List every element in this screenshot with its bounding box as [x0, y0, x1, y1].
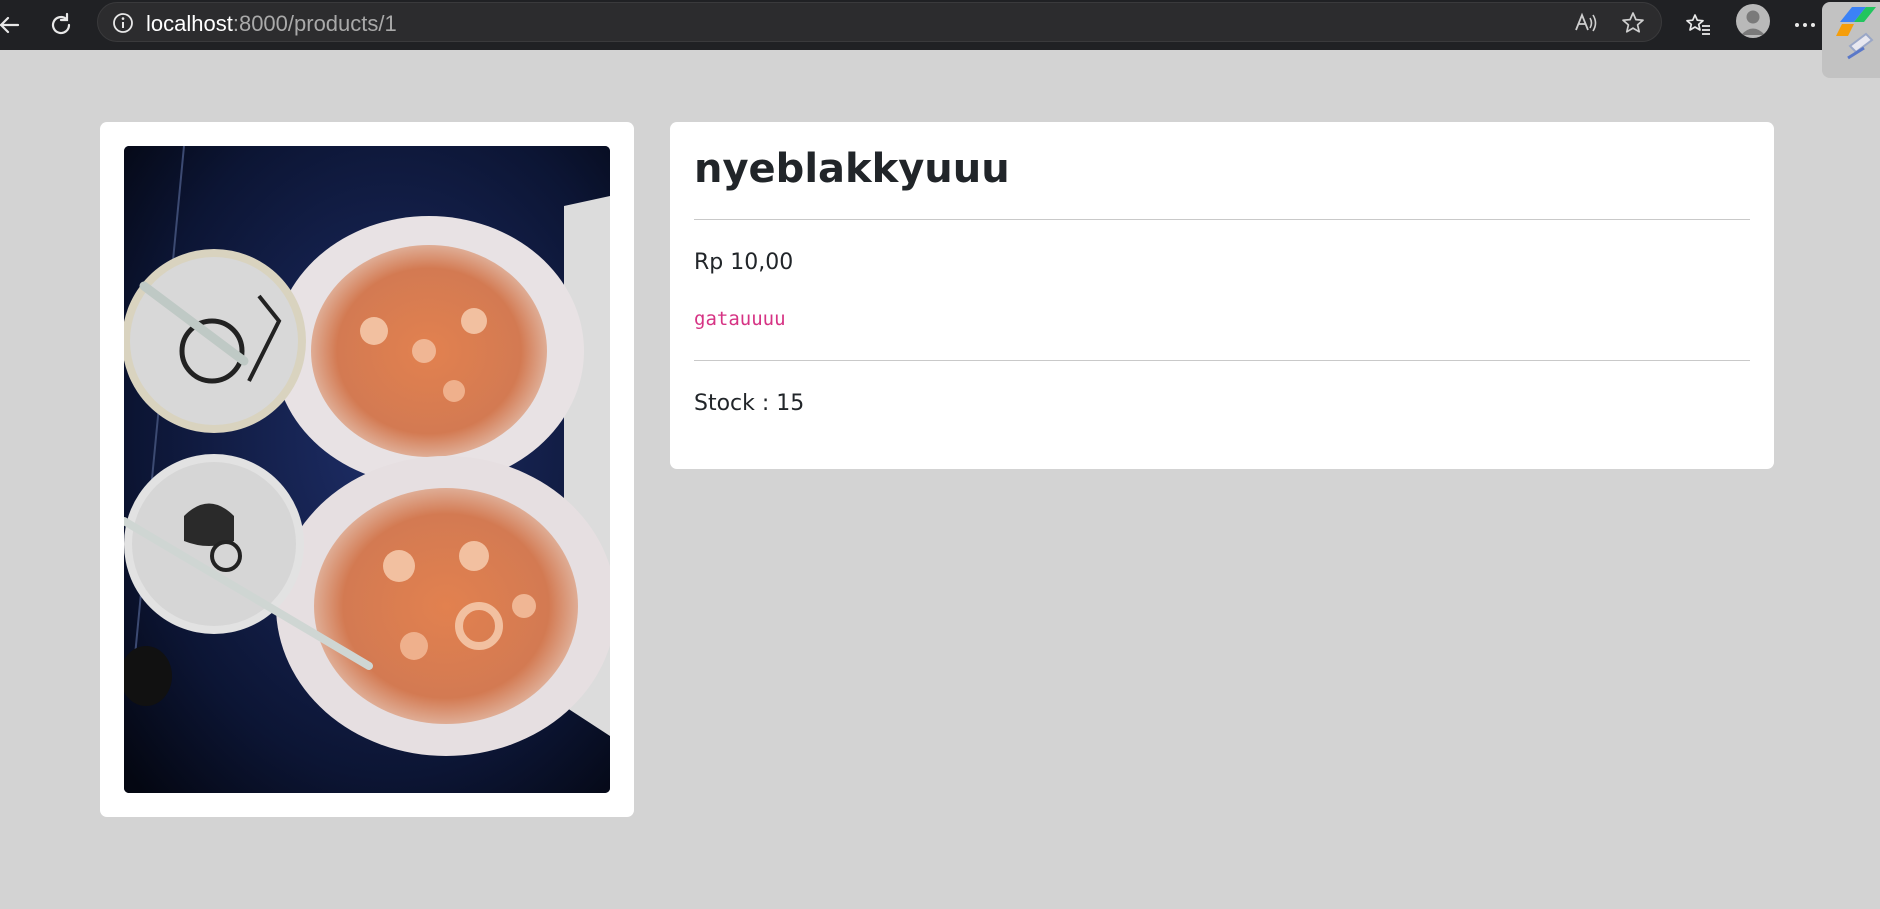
- product-stock: Stock : 15: [694, 391, 805, 416]
- product-price: Rp 10,00: [694, 250, 794, 275]
- url-path: :8000/products/1: [232, 11, 397, 36]
- favorites-icon[interactable]: [1679, 6, 1717, 44]
- product-info-card: nyeblakkyuuu Rp 10,00 gatauuuu Stock : 1…: [670, 122, 1774, 469]
- star-icon[interactable]: [1620, 10, 1646, 36]
- product-photo: [124, 146, 610, 793]
- product-description: gatauuuu: [694, 308, 786, 330]
- divider: [694, 360, 1750, 361]
- url-host: localhost: [146, 11, 233, 36]
- url-text[interactable]: localhost:8000/products/1: [146, 11, 397, 37]
- divider: [694, 219, 1750, 220]
- read-aloud-icon[interactable]: [1573, 10, 1599, 36]
- copilot-icon[interactable]: [1822, 2, 1880, 78]
- info-icon[interactable]: [112, 12, 134, 34]
- refresh-icon[interactable]: [42, 6, 80, 44]
- profile-icon[interactable]: [1736, 4, 1770, 38]
- address-bar[interactable]: localhost:8000/products/1: [97, 2, 1662, 42]
- back-arrow-icon[interactable]: [0, 6, 28, 44]
- more-icon[interactable]: [1786, 6, 1824, 44]
- product-name: nyeblakkyuuu: [694, 146, 1010, 192]
- browser-toolbar: localhost:8000/products/1: [0, 0, 1880, 50]
- product-image-card: [100, 122, 634, 817]
